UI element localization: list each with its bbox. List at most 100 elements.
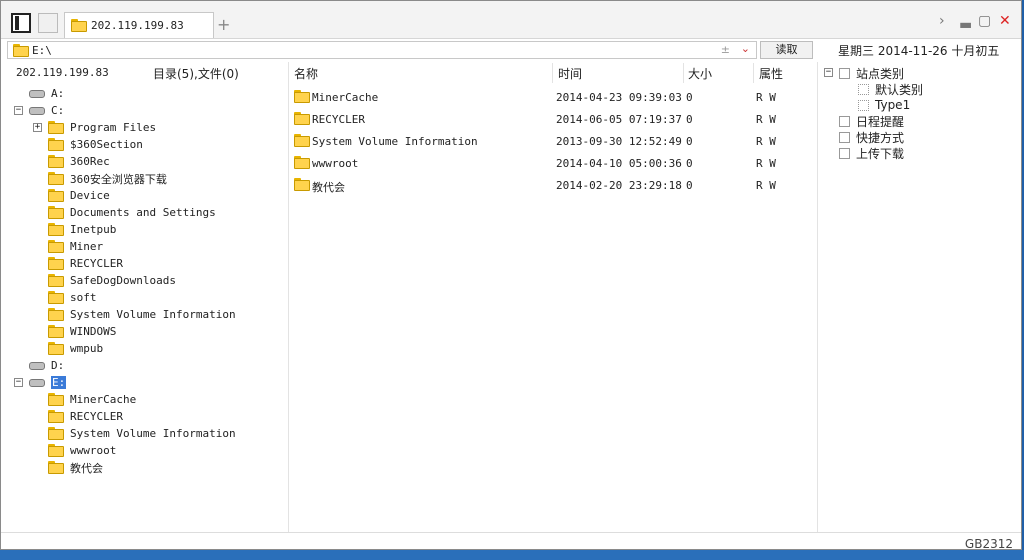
file-time: 2014-04-10 05:00:36 [556,157,682,170]
date-display: 星期三 2014-11-26 十月初五 [838,44,1000,58]
reminder-icon [839,115,850,127]
column-name[interactable]: 名称 [294,65,318,82]
add-tab-button[interactable]: + [217,15,230,34]
folder-icon [48,308,64,321]
drive-icon [29,378,45,387]
maximize-button[interactable]: ▢ [978,13,991,29]
dropdown-chevron-icon[interactable]: ⌄ [741,42,750,55]
tree-item[interactable]: MinerCache [48,391,136,408]
folder-icon [294,90,310,103]
category-icon [839,67,850,79]
folder-icon [71,19,87,32]
tree-item[interactable]: soft [48,289,97,306]
tree-expander-icon[interactable]: − [14,378,23,387]
file-size: 0 [686,91,693,104]
site-tree-item[interactable]: 日程提醒 [839,113,904,129]
tree-item[interactable]: $360Section [48,136,143,153]
folder-icon [48,393,64,406]
site-tree-label: Type1 [875,98,911,112]
tree-item-label: 教代会 [70,461,103,475]
tree-item[interactable]: Device [48,187,110,204]
column-size[interactable]: 大小 [688,65,712,82]
tree-item-label: 360安全浏览器下载 [70,172,167,186]
file-row[interactable]: System Volume Information 2013-09-30 12:5… [291,132,811,152]
tree-item[interactable]: Documents and Settings [48,204,216,221]
folder-icon [48,291,64,304]
drive-icon [29,106,45,115]
file-attr: R W [756,157,776,170]
folder-icon [48,274,64,287]
subcategory-icon [858,83,869,95]
file-attr: R W [756,91,776,104]
site-tree-item[interactable]: 上传下载 [839,145,904,161]
app-window: 202.119.199.83 + › ▬ ▢ ✕ E:\ ± ⌄ 读取 星期三 … [0,0,1022,552]
tree-item[interactable]: wwwroot [48,442,116,459]
category-icon [839,147,850,159]
folder-icon [48,121,64,134]
site-tree-label: 快捷方式 [856,130,905,145]
tree-item[interactable]: WINDOWS [48,323,116,340]
site-tree-item[interactable]: 快捷方式 [839,129,904,145]
status-bar: GB2312 [1,532,1021,552]
tab-active[interactable]: 202.119.199.83 [64,12,214,38]
tree-item[interactable]: RECYCLER [48,408,123,425]
tree-item[interactable]: System Volume Information [48,306,236,323]
tree-item[interactable]: Miner [48,238,103,255]
encoding-label[interactable]: GB2312 [965,537,1013,551]
folder-icon [294,134,310,147]
minimize-button[interactable]: ▬ [959,17,972,33]
tree-item-label: Inetpub [70,223,117,236]
tree-expander-icon[interactable]: − [824,68,833,77]
column-time[interactable]: 时间 [558,65,582,82]
site-tree-item[interactable]: 默认类别 [858,81,923,97]
folder-icon [48,223,64,236]
tree-expander-icon[interactable]: − [14,106,23,115]
file-row[interactable]: wwwroot 2014-04-10 05:00:36 0 R W [291,154,811,174]
tree-item[interactable]: System Volume Information [48,425,236,442]
file-row[interactable]: MinerCache 2014-04-23 09:39:03 0 R W [291,88,811,108]
tree-item[interactable]: 教代会 [48,459,103,476]
tree-item[interactable]: E: [29,374,67,391]
tree-item-label: 360Rec [70,155,110,168]
shortcut-icon [839,131,850,143]
tree-item[interactable]: Inetpub [48,221,116,238]
site-tree-item[interactable]: Type1 [858,97,910,113]
folder-icon [48,138,64,151]
tree-item[interactable]: SafeDogDownloads [48,272,176,289]
tree-item[interactable]: C: [29,102,64,119]
tree-item[interactable]: Program Files [48,119,156,136]
folder-icon [48,155,64,168]
tree-item[interactable]: A: [29,85,64,102]
file-size: 0 [686,135,693,148]
tree-item-label: C: [51,104,65,117]
tree-expander-icon[interactable]: + [33,123,42,132]
tree-item[interactable]: 360安全浏览器下载 [48,170,167,187]
file-size: 0 [686,157,693,170]
close-button[interactable]: ✕ [999,13,1011,29]
site-tree-item[interactable]: 站点类别 [839,65,904,81]
folder-icon [13,44,29,57]
tree-item[interactable]: 360Rec [48,153,110,170]
file-row[interactable]: RECYCLER 2014-06-05 07:19:37 0 R W [291,110,811,130]
tree-item-label: $360Section [70,138,143,151]
chevron-right-icon[interactable]: › [939,13,945,29]
divider [288,62,289,532]
address-bar[interactable]: E:\ ± ⌄ [7,41,757,59]
folder-icon [48,206,64,219]
tree-item[interactable]: D: [29,357,64,374]
dir-summary: 目录(5),文件(0) [153,67,239,81]
sidebar-toggle-icon[interactable] [11,13,31,33]
file-time: 2014-02-20 23:29:18 [556,179,682,192]
site-tree-label: 日程提醒 [856,114,905,129]
tree-item[interactable]: wmpub [48,340,103,357]
plus-minus-icon[interactable]: ± [721,43,730,56]
blank-tab-icon[interactable] [38,13,58,33]
tree-item-label: System Volume Information [70,427,236,440]
tree-item[interactable]: RECYCLER [48,255,123,272]
address-input[interactable]: E:\ [32,44,52,57]
column-attr[interactable]: 属性 [759,65,783,82]
file-row[interactable]: 教代会 2014-02-20 23:29:18 0 R W [291,176,811,196]
file-time: 2013-09-30 12:52:49 [556,135,682,148]
read-button[interactable]: 读取 [760,41,813,59]
folder-icon [48,172,64,185]
